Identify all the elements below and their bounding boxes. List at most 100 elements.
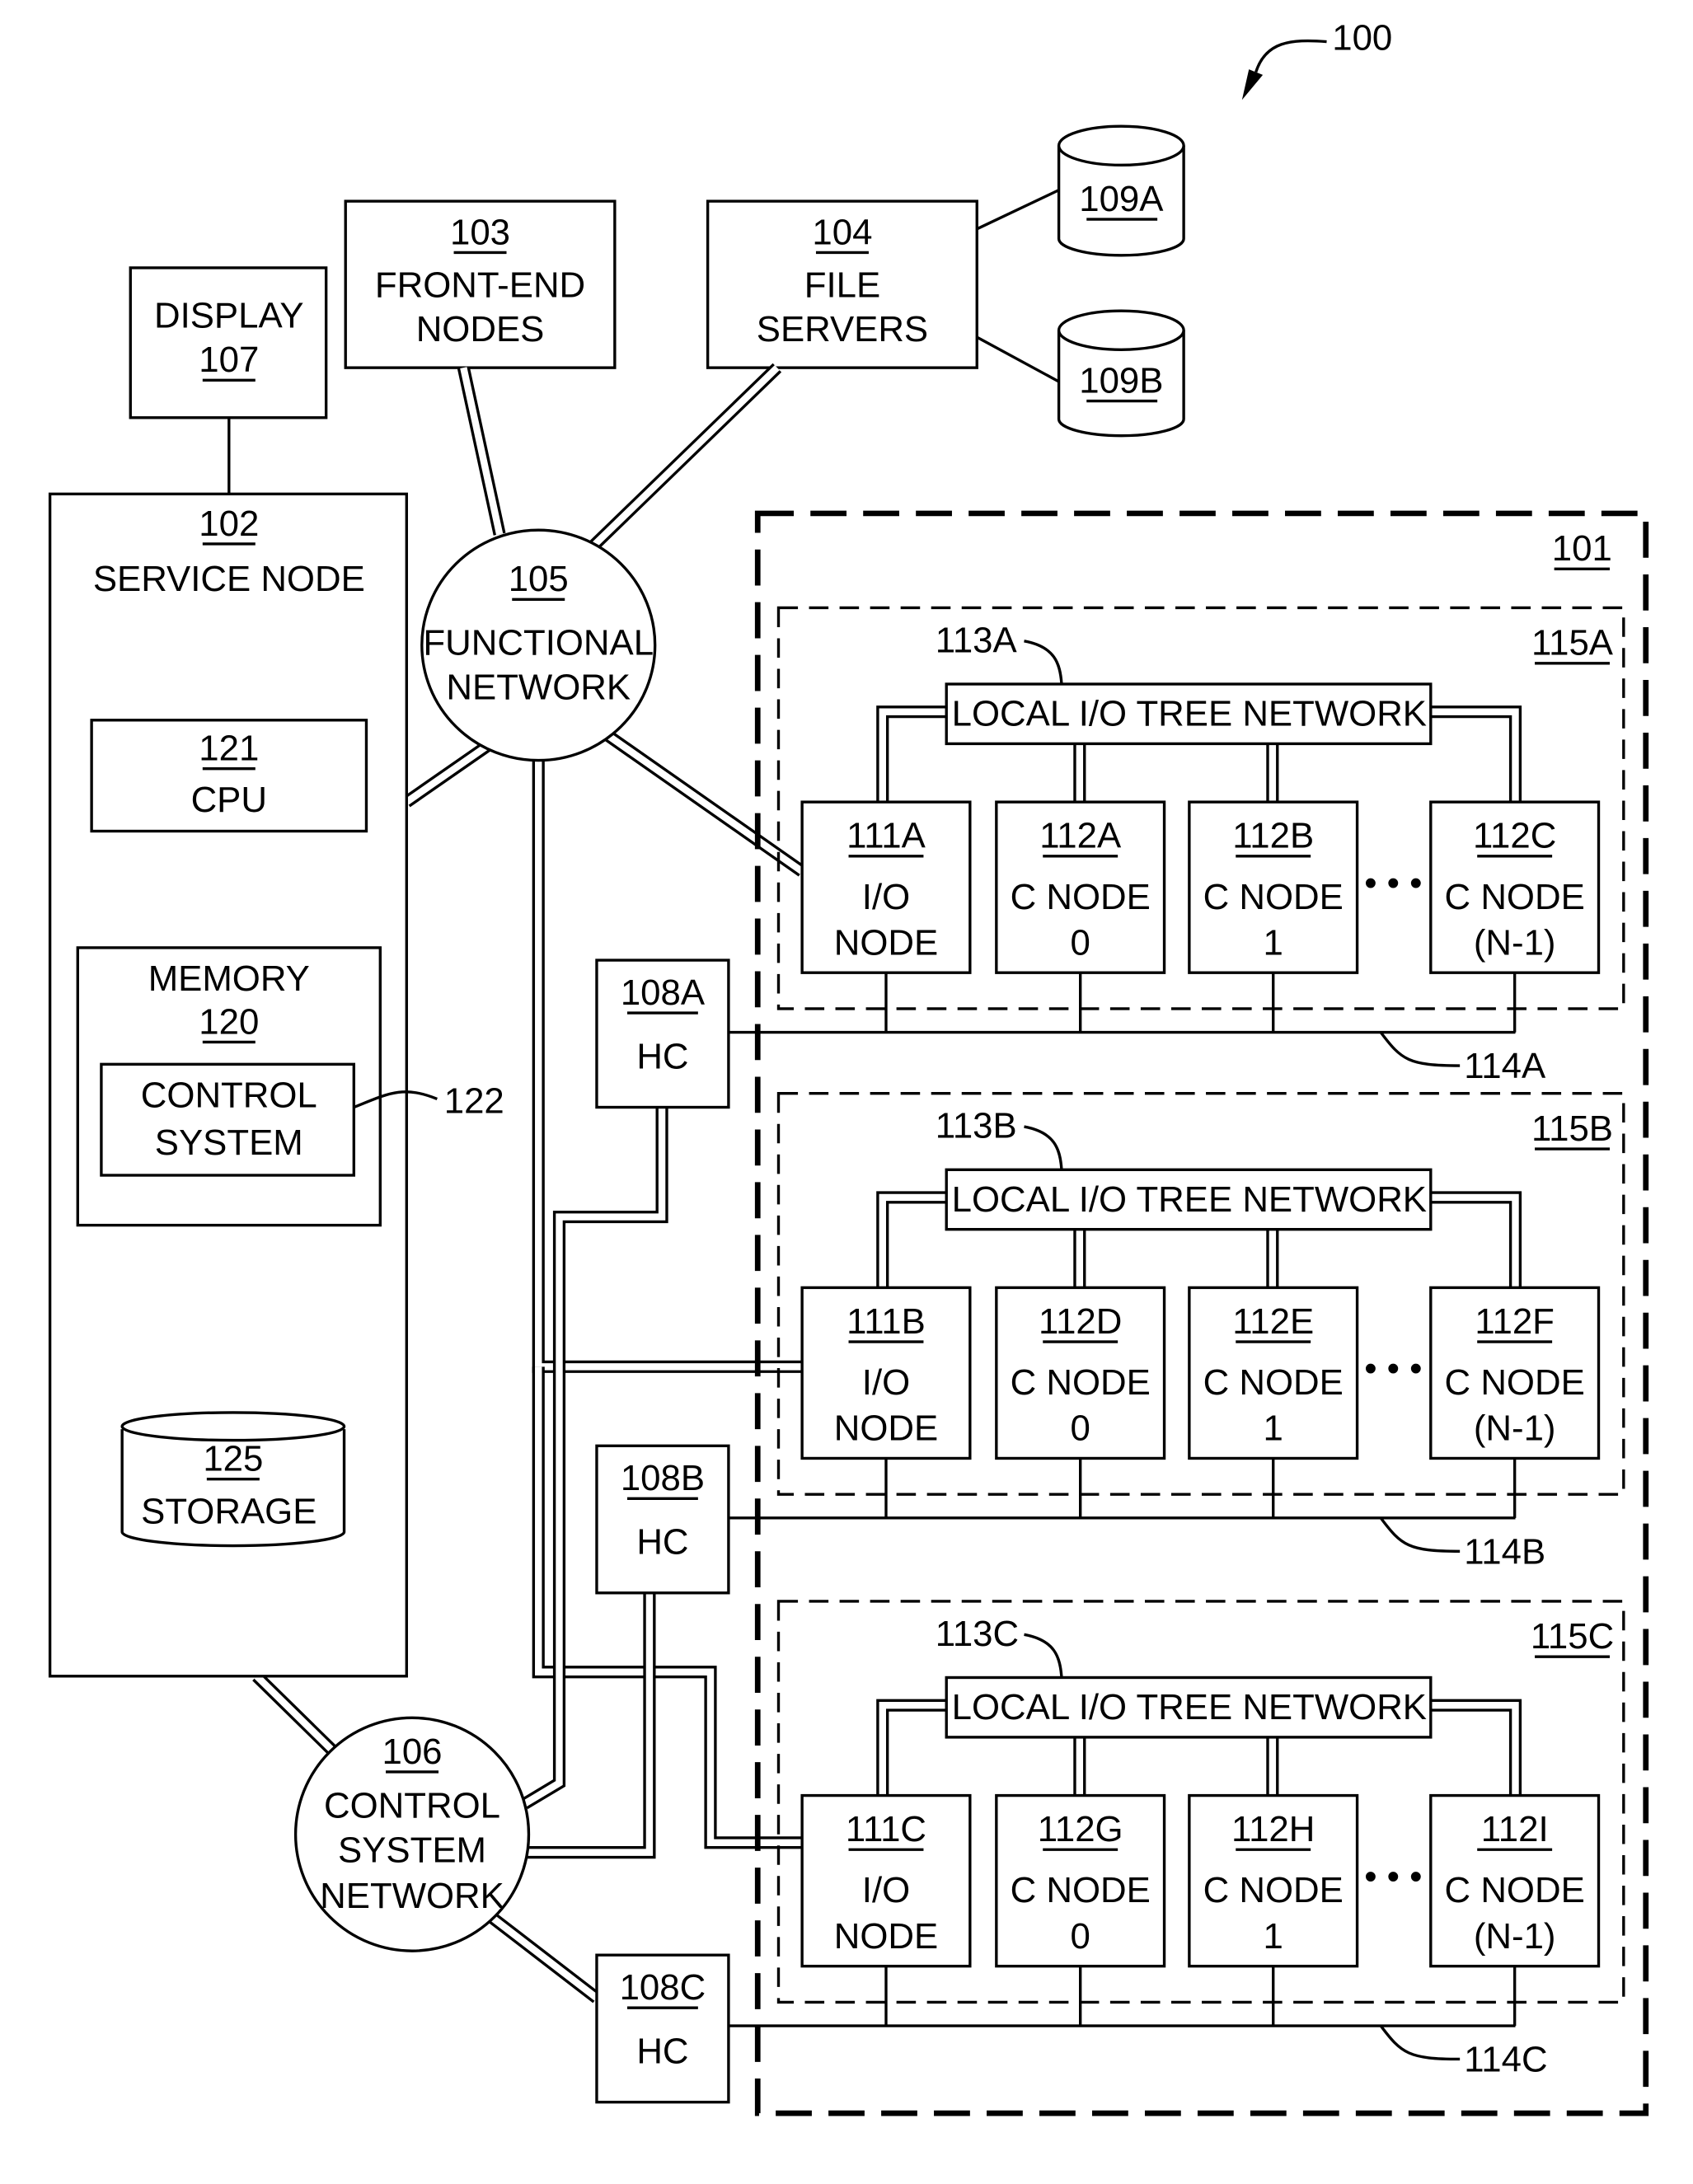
svg-text:111C: 111C — [846, 1809, 926, 1849]
tree-ref: 113A — [936, 620, 1018, 660]
svg-text:FUNCTIONAL: FUNCTIONAL — [423, 623, 654, 663]
svg-text:FRONT-END: FRONT-END — [375, 265, 585, 305]
svg-text:1: 1 — [1264, 922, 1283, 963]
memory-box: MEMORY 120 CONTROL SYSTEM — [76, 946, 382, 1227]
storage-link-a — [976, 189, 1060, 231]
svg-text:C NODE: C NODE — [1445, 877, 1585, 917]
hc-108b: 108B HC — [595, 1444, 730, 1595]
svg-text:1: 1 — [1264, 1408, 1283, 1449]
compute-node: 112H C NODE 1 — [1188, 1793, 1359, 1968]
svg-text:NETWORK: NETWORK — [320, 1876, 504, 1916]
svg-text:I/O: I/O — [862, 1362, 910, 1403]
block-115c: 115C 113C LOCAL I/O TREE NETWORK 111C I/O NOD… — [728, 1600, 1625, 2080]
system-diagram: 100 DISPLAY 107 103 FRONT-END NODES 104 … — [48, 18, 1649, 2116]
block-115a: 115A 113A LOCAL I/O TREE NETWORK 111A I/O NOD… — [728, 606, 1625, 1086]
storage-link-b — [976, 335, 1060, 383]
svg-text:125: 125 — [203, 1439, 263, 1479]
svg-text:112I: 112I — [1481, 1809, 1549, 1849]
svg-text:NODES: NODES — [416, 309, 545, 349]
svg-text:C NODE: C NODE — [1203, 877, 1344, 917]
svg-text:104: 104 — [812, 212, 872, 252]
svg-text:SYSTEM: SYSTEM — [338, 1830, 486, 1870]
local-io-tree-network: LOCAL I/O TREE NETWORK — [945, 1675, 1433, 1739]
compute-node: 112I C NODE (N-1) — [1429, 1793, 1601, 1968]
io-node: 111A I/O NODE — [800, 800, 972, 974]
compute-blocks: 115A 113A LOCAL I/O TREE NETWORK 111A I/O NOD… — [728, 606, 1625, 2080]
svg-text:112C: 112C — [1473, 816, 1556, 856]
svg-text:0: 0 — [1071, 1408, 1090, 1449]
hc-108a: 108A HC — [595, 958, 730, 1109]
svg-text:C NODE: C NODE — [1011, 1362, 1151, 1403]
ellipsis: • • • — [1364, 1856, 1422, 1896]
svg-text:C NODE: C NODE — [1203, 1362, 1344, 1403]
svg-text:STORAGE: STORAGE — [141, 1492, 317, 1532]
display-box: DISPLAY 107 — [129, 266, 328, 419]
svg-text:111B: 111B — [846, 1301, 926, 1342]
svg-text:C NODE: C NODE — [1011, 1870, 1151, 1910]
svg-text:112G: 112G — [1038, 1809, 1123, 1849]
svg-text:(N-1): (N-1) — [1474, 922, 1556, 963]
ellipsis: • • • — [1364, 1348, 1422, 1389]
file-servers-box: 104 FILE SERVERS — [706, 199, 978, 369]
svg-text:C NODE: C NODE — [1011, 877, 1151, 917]
svg-text:121: 121 — [199, 729, 259, 769]
compute-node: 112C C NODE (N-1) — [1429, 800, 1601, 974]
svg-text:I/O: I/O — [862, 1870, 910, 1910]
svg-text:(N-1): (N-1) — [1474, 1408, 1556, 1449]
svg-text:112B: 112B — [1232, 816, 1314, 856]
tree-ref: 113C — [936, 1614, 1019, 1654]
svg-text:I/O: I/O — [862, 877, 910, 917]
svg-text:LOCAL I/O TREE NETWORK: LOCAL I/O TREE NETWORK — [952, 1687, 1427, 1727]
svg-text:NODE: NODE — [834, 922, 938, 963]
storage-109a: 109A — [1057, 124, 1185, 257]
control-system-network: 106 CONTROL SYSTEM NETWORK — [293, 1716, 531, 1952]
svg-text:109A: 109A — [1079, 179, 1164, 219]
svg-text:108B: 108B — [621, 1458, 705, 1498]
svg-text:SERVICE NODE: SERVICE NODE — [93, 559, 365, 599]
svg-text:109B: 109B — [1079, 360, 1163, 401]
block-ref: 115C — [1531, 1616, 1614, 1657]
svg-text:(N-1): (N-1) — [1474, 1916, 1556, 1957]
block-ref: 115A — [1531, 623, 1614, 663]
svg-text:105: 105 — [509, 559, 569, 599]
arrowhead-icon — [1241, 69, 1264, 101]
svg-text:112H: 112H — [1231, 1809, 1315, 1849]
svg-text:1: 1 — [1264, 1916, 1283, 1957]
svg-text:112D: 112D — [1039, 1301, 1122, 1342]
svg-text:112E: 112E — [1232, 1301, 1314, 1342]
svg-text:FILE: FILE — [804, 265, 880, 305]
svg-text:NODE: NODE — [834, 1408, 938, 1449]
bus-ref: 114B — [1464, 1531, 1545, 1572]
bus-ref: 114C — [1464, 2040, 1547, 2080]
svg-text:120: 120 — [199, 1001, 259, 1042]
svg-text:DISPLAY: DISPLAY — [154, 295, 304, 335]
control-system-box: CONTROL SYSTEM — [100, 1062, 356, 1177]
svg-text:C NODE: C NODE — [1203, 1870, 1344, 1910]
service-node-box: 102 SERVICE NODE 121 CPU MEMORY 120 CONT… — [48, 492, 408, 1678]
ellipsis: • • • — [1364, 863, 1422, 903]
svg-text:C NODE: C NODE — [1445, 1870, 1585, 1910]
svg-text:C NODE: C NODE — [1445, 1362, 1585, 1403]
svg-text:108C: 108C — [620, 1967, 706, 2008]
compute-node: 112G C NODE 0 — [995, 1793, 1166, 1968]
tree-ref: 113B — [936, 1106, 1017, 1146]
svg-text:CPU: CPU — [191, 780, 267, 820]
block-ref: 115B — [1531, 1108, 1613, 1149]
cpu-box: 121 CPU — [90, 719, 368, 833]
figure-ref-100: 100 — [1241, 18, 1392, 101]
svg-text:SYSTEM: SYSTEM — [155, 1122, 303, 1163]
svg-text:111A: 111A — [846, 816, 926, 856]
svg-text:103: 103 — [450, 212, 510, 252]
svg-text:112F: 112F — [1475, 1301, 1555, 1342]
svg-text:108A: 108A — [621, 972, 706, 1013]
hc-108c: 108C HC — [595, 1953, 730, 2104]
local-io-tree-network: LOCAL I/O TREE NETWORK — [945, 682, 1433, 746]
io-node: 111C I/O NODE — [800, 1793, 972, 1968]
svg-text:0: 0 — [1071, 1916, 1090, 1957]
compute-node: 112A C NODE 0 — [995, 800, 1166, 974]
svg-text:HC: HC — [636, 1036, 688, 1076]
svg-text:NETWORK: NETWORK — [446, 668, 631, 708]
compute-node: 112F C NODE (N-1) — [1429, 1286, 1601, 1460]
functional-network: 105 FUNCTIONAL NETWORK — [420, 528, 657, 762]
compute-node: 112D C NODE 0 — [995, 1286, 1166, 1460]
